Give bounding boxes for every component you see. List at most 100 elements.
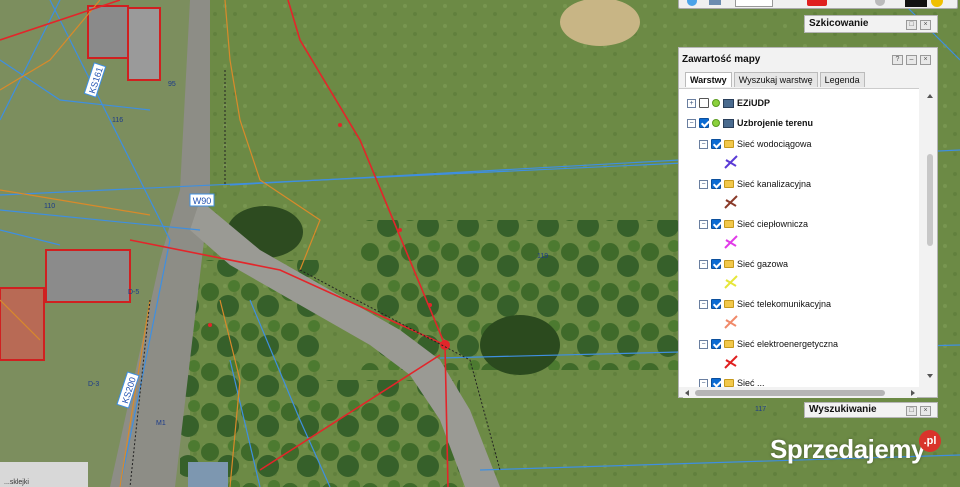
- layer-label: Sieć gazowa: [737, 259, 789, 269]
- map-contents-title: Zawartość mapy: [682, 54, 761, 65]
- layer-checkbox[interactable]: [711, 179, 721, 189]
- parcel-label: M1: [156, 420, 166, 427]
- aerial-shadow: [480, 315, 560, 375]
- collapse-icon[interactable]: −: [699, 378, 708, 387]
- search-panel[interactable]: Wyszukiwanie □ ×: [804, 402, 938, 418]
- layers-icon[interactable]: [709, 0, 721, 5]
- layer-checkbox[interactable]: [711, 339, 721, 349]
- search-window-buttons: □ ×: [906, 406, 931, 416]
- folder-icon: [724, 340, 734, 348]
- close-icon[interactable]: ×: [920, 55, 931, 65]
- building: [188, 462, 228, 487]
- scale-fragment: ...sklejki: [4, 479, 29, 486]
- wms-layer-icon: [723, 118, 734, 128]
- horizontal-scrollbar[interactable]: [683, 388, 917, 398]
- layer-row-siec-gazowa[interactable]: − Sieć gazowa: [699, 259, 788, 269]
- tab-layers[interactable]: Warstwy: [685, 72, 732, 87]
- help-icon[interactable]: [905, 0, 927, 7]
- expand-icon[interactable]: +: [687, 98, 696, 108]
- watermark-pl-badge: .pl: [919, 430, 941, 452]
- layer-row-siec-telekomunikacyjna[interactable]: − Sieć telekomunikacyjna: [699, 299, 831, 309]
- map-contents-tabs: Warstwy Wyszukaj warstwę Legenda: [685, 72, 867, 87]
- layer-checkbox[interactable]: [699, 118, 709, 128]
- telecom-network-symbol-icon: [724, 315, 738, 329]
- map-contents-window-buttons: ? – ×: [892, 55, 931, 65]
- settings-icon[interactable]: [875, 0, 885, 6]
- close-icon[interactable]: ×: [920, 406, 931, 416]
- parcel-label: 117: [755, 406, 766, 413]
- power-network-symbol-icon: [724, 355, 738, 369]
- sketching-panel[interactable]: Szkicowanie □ ×: [804, 15, 938, 33]
- building: [45, 249, 131, 303]
- collapse-icon[interactable]: −: [699, 139, 708, 149]
- parcel-label: 116: [112, 117, 123, 124]
- layer-row-siec-elektroenergetyczna[interactable]: − Sieć elektroenergetyczna: [699, 339, 838, 349]
- layer-label: Sieć telekomunikacyjna: [737, 299, 832, 309]
- collapse-icon[interactable]: −: [699, 299, 708, 309]
- layer-row-cut-off[interactable]: − Sieć ...: [699, 378, 765, 387]
- maximize-icon[interactable]: □: [906, 406, 917, 416]
- layer-checkbox[interactable]: [711, 299, 721, 309]
- layer-checkbox[interactable]: [711, 139, 721, 149]
- aerial-bare-patch: [560, 0, 640, 46]
- tab-search-layer[interactable]: Wyszukaj warstwę: [733, 72, 818, 87]
- layer-row-siec-wodociagowa[interactable]: − Sieć wodociągowa: [699, 139, 812, 149]
- layer-row-eziudp[interactable]: + EZiUDP: [687, 98, 770, 108]
- layer-checkbox[interactable]: [711, 378, 721, 387]
- parcel-label: 110: [44, 203, 55, 210]
- folder-icon: [724, 379, 734, 387]
- help-icon[interactable]: ?: [892, 55, 903, 65]
- folder-icon: [724, 220, 734, 228]
- map-contents-panel: Zawartość mapy ? – × Warstwy Wyszukaj war…: [678, 47, 938, 398]
- wms-layer-icon: [723, 98, 734, 108]
- building: [0, 287, 45, 361]
- scrollbar-thumb: [927, 154, 933, 246]
- tab-legend[interactable]: Legenda: [819, 72, 865, 87]
- water-network-symbol-icon: [724, 155, 738, 169]
- youtube-icon[interactable]: [807, 0, 827, 6]
- close-icon[interactable]: ×: [920, 20, 931, 30]
- sketching-window-buttons: □ ×: [906, 20, 931, 30]
- zoom-select[interactable]: [735, 0, 773, 7]
- building: [127, 7, 161, 81]
- layer-label: EZiUDP: [737, 98, 771, 108]
- layer-label: Sieć wodociągowa: [737, 139, 812, 149]
- collapse-icon[interactable]: −: [699, 179, 708, 189]
- layer-checkbox[interactable]: [711, 259, 721, 269]
- collapse-icon[interactable]: −: [699, 219, 708, 229]
- collapse-icon[interactable]: −: [699, 339, 708, 349]
- collapse-icon[interactable]: −: [687, 118, 696, 128]
- layer-checkbox[interactable]: [699, 98, 709, 108]
- vertical-scrollbar[interactable]: [926, 92, 934, 380]
- sewer-network-symbol-icon: [724, 195, 738, 209]
- minimize-icon[interactable]: –: [906, 55, 917, 65]
- layer-row-siec-kanalizacyjna[interactable]: − Sieć kanalizacyjna: [699, 179, 811, 189]
- parcel-label: 119: [537, 253, 548, 260]
- search-title: Wyszukiwanie: [809, 404, 877, 415]
- folder-icon: [724, 300, 734, 308]
- layer-label: Uzbrojenie terenu: [737, 118, 814, 128]
- heating-network-symbol-icon: [724, 235, 738, 249]
- scrollbar-thumb: [695, 390, 885, 396]
- collapse-icon[interactable]: −: [699, 259, 708, 269]
- layer-checkbox[interactable]: [711, 219, 721, 229]
- top-toolbar: [678, 0, 958, 9]
- folder-icon: [724, 260, 734, 268]
- layer-row-uzbrojenie-terenu[interactable]: − Uzbrojenie terenu: [687, 118, 813, 128]
- parcel-label: D-3: [88, 381, 99, 388]
- sketching-title: Szkicowanie: [809, 18, 869, 29]
- building: [87, 5, 129, 59]
- layer-label: Sieć kanalizacyjna: [737, 179, 812, 189]
- layer-tree[interactable]: + EZiUDP − Uzbrojenie terenu − Sieć wodo…: [679, 88, 919, 387]
- layer-row-siec-cieplownicza[interactable]: − Sieć ciepłownicza: [699, 219, 808, 229]
- layer-label: Sieć ciepłownicza: [737, 219, 809, 229]
- status-dot-icon: [712, 99, 720, 107]
- globe-icon[interactable]: [687, 0, 697, 6]
- folder-icon: [724, 140, 734, 148]
- maximize-icon[interactable]: □: [906, 20, 917, 30]
- road-label-w90: W90: [193, 196, 212, 206]
- layer-label: Sieć elektroenergetyczna: [737, 339, 839, 349]
- gas-network-symbol-icon: [724, 275, 738, 289]
- info-icon[interactable]: [931, 0, 943, 7]
- parcel-label: D-5: [128, 289, 139, 296]
